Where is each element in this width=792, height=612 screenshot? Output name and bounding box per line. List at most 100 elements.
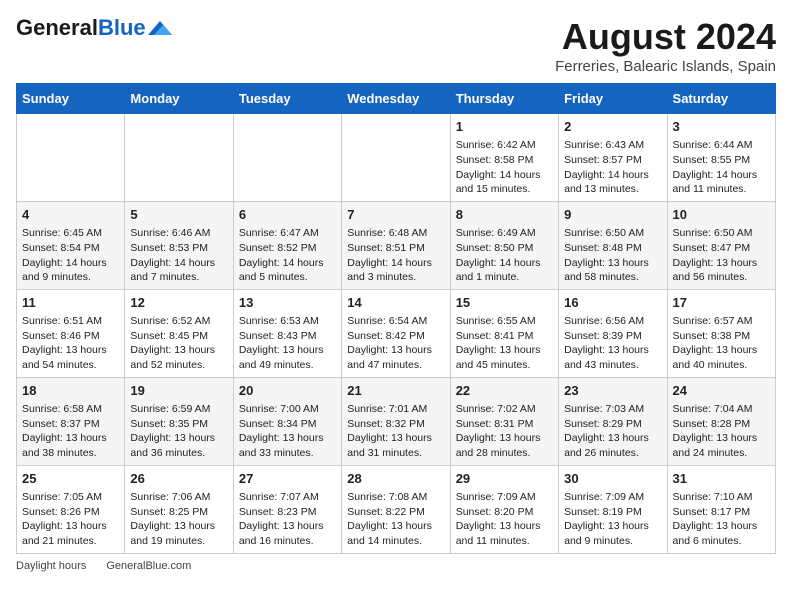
calendar-day-cell bbox=[17, 114, 125, 202]
source-label: GeneralBlue.com bbox=[106, 560, 191, 572]
day-number: 10 bbox=[673, 206, 770, 224]
calendar-day-cell: 3 Sunrise: 6:44 AM Sunset: 8:55 PM Daylig… bbox=[667, 114, 775, 202]
day-info: Sunrise: 7:05 AM Sunset: 8:26 PM Dayligh… bbox=[22, 490, 119, 549]
day-number: 6 bbox=[239, 206, 336, 224]
calendar-day-cell: 30 Sunrise: 7:09 AM Sunset: 8:19 PM Dayli… bbox=[559, 465, 667, 553]
calendar-day-cell: 25 Sunrise: 7:05 AM Sunset: 8:26 PM Dayli… bbox=[17, 465, 125, 553]
header-day: Tuesday bbox=[233, 84, 341, 114]
day-info: Sunrise: 6:50 AM Sunset: 8:47 PM Dayligh… bbox=[673, 226, 770, 285]
calendar-footer: Daylight hours GeneralBlue.com bbox=[16, 560, 776, 572]
calendar-day-cell: 31 Sunrise: 7:10 AM Sunset: 8:17 PM Dayli… bbox=[667, 465, 775, 553]
day-number: 27 bbox=[239, 470, 336, 488]
day-number: 12 bbox=[130, 294, 227, 312]
day-number: 3 bbox=[673, 118, 770, 136]
day-number: 31 bbox=[673, 470, 770, 488]
day-number: 5 bbox=[130, 206, 227, 224]
calendar-day-cell: 1 Sunrise: 6:42 AM Sunset: 8:58 PM Daylig… bbox=[450, 114, 558, 202]
logo-text: GeneralBlue bbox=[16, 16, 146, 40]
calendar-week-row: 11Sunrise: 6:51 AM Sunset: 8:46 PM Dayli… bbox=[17, 289, 776, 377]
calendar-day-cell: 26 Sunrise: 7:06 AM Sunset: 8:25 PM Dayli… bbox=[125, 465, 233, 553]
title-block: August 2024 Ferreries, Balearic Islands,… bbox=[555, 16, 776, 75]
calendar-day-cell: 4Sunrise: 6:45 AM Sunset: 8:54 PM Daylig… bbox=[17, 201, 125, 289]
calendar-day-cell: 10 Sunrise: 6:50 AM Sunset: 8:47 PM Dayli… bbox=[667, 201, 775, 289]
day-info: Sunrise: 7:01 AM Sunset: 8:32 PM Dayligh… bbox=[347, 402, 444, 461]
header-day: Saturday bbox=[667, 84, 775, 114]
day-info: Sunrise: 6:42 AM Sunset: 8:58 PM Dayligh… bbox=[456, 138, 553, 197]
calendar-body: 1 Sunrise: 6:42 AM Sunset: 8:58 PM Daylig… bbox=[17, 114, 776, 554]
day-number: 24 bbox=[673, 382, 770, 400]
calendar-day-cell: 12Sunrise: 6:52 AM Sunset: 8:45 PM Dayli… bbox=[125, 289, 233, 377]
header-day: Thursday bbox=[450, 84, 558, 114]
day-info: Sunrise: 6:56 AM Sunset: 8:39 PM Dayligh… bbox=[564, 314, 661, 373]
calendar-day-cell: 2Sunrise: 6:43 AM Sunset: 8:57 PM Daylig… bbox=[559, 114, 667, 202]
logo-icon bbox=[148, 21, 172, 35]
day-number: 1 bbox=[456, 118, 553, 136]
day-info: Sunrise: 6:53 AM Sunset: 8:43 PM Dayligh… bbox=[239, 314, 336, 373]
logo: GeneralBlue bbox=[16, 16, 172, 40]
logo-general: General bbox=[16, 15, 98, 40]
day-info: Sunrise: 7:10 AM Sunset: 8:17 PM Dayligh… bbox=[673, 490, 770, 549]
day-number: 26 bbox=[130, 470, 227, 488]
day-info: Sunrise: 7:00 AM Sunset: 8:34 PM Dayligh… bbox=[239, 402, 336, 461]
calendar-day-cell bbox=[342, 114, 450, 202]
logo-blue: Blue bbox=[98, 15, 146, 40]
calendar-week-row: 4Sunrise: 6:45 AM Sunset: 8:54 PM Daylig… bbox=[17, 201, 776, 289]
day-number: 7 bbox=[347, 206, 444, 224]
calendar-day-cell: 20 Sunrise: 7:00 AM Sunset: 8:34 PM Dayli… bbox=[233, 377, 341, 465]
day-info: Sunrise: 7:09 AM Sunset: 8:19 PM Dayligh… bbox=[564, 490, 661, 549]
calendar-day-cell: 6 Sunrise: 6:47 AM Sunset: 8:52 PM Daylig… bbox=[233, 201, 341, 289]
day-info: Sunrise: 6:54 AM Sunset: 8:42 PM Dayligh… bbox=[347, 314, 444, 373]
calendar-day-cell: 27 Sunrise: 7:07 AM Sunset: 8:23 PM Dayli… bbox=[233, 465, 341, 553]
calendar-day-cell: 5Sunrise: 6:46 AM Sunset: 8:53 PM Daylig… bbox=[125, 201, 233, 289]
day-number: 2 bbox=[564, 118, 661, 136]
day-number: 28 bbox=[347, 470, 444, 488]
day-number: 29 bbox=[456, 470, 553, 488]
header-day: Monday bbox=[125, 84, 233, 114]
day-info: Sunrise: 7:03 AM Sunset: 8:29 PM Dayligh… bbox=[564, 402, 661, 461]
calendar-header: SundayMondayTuesdayWednesdayThursdayFrid… bbox=[17, 84, 776, 114]
day-number: 20 bbox=[239, 382, 336, 400]
calendar-day-cell: 9 Sunrise: 6:50 AM Sunset: 8:48 PM Daylig… bbox=[559, 201, 667, 289]
day-number: 30 bbox=[564, 470, 661, 488]
day-info: Sunrise: 7:06 AM Sunset: 8:25 PM Dayligh… bbox=[130, 490, 227, 549]
calendar-week-row: 18 Sunrise: 6:58 AM Sunset: 8:37 PM Dayli… bbox=[17, 377, 776, 465]
day-number: 9 bbox=[564, 206, 661, 224]
calendar-day-cell: 13 Sunrise: 6:53 AM Sunset: 8:43 PM Dayli… bbox=[233, 289, 341, 377]
day-number: 25 bbox=[22, 470, 119, 488]
day-info: Sunrise: 6:57 AM Sunset: 8:38 PM Dayligh… bbox=[673, 314, 770, 373]
calendar-day-cell: 22Sunrise: 7:02 AM Sunset: 8:31 PM Dayli… bbox=[450, 377, 558, 465]
calendar-day-cell: 11Sunrise: 6:51 AM Sunset: 8:46 PM Dayli… bbox=[17, 289, 125, 377]
page-subtitle: Ferreries, Balearic Islands, Spain bbox=[555, 58, 776, 75]
day-info: Sunrise: 6:44 AM Sunset: 8:55 PM Dayligh… bbox=[673, 138, 770, 197]
day-number: 14 bbox=[347, 294, 444, 312]
calendar-day-cell: 28 Sunrise: 7:08 AM Sunset: 8:22 PM Dayli… bbox=[342, 465, 450, 553]
calendar-day-cell bbox=[233, 114, 341, 202]
calendar-table: SundayMondayTuesdayWednesdayThursdayFrid… bbox=[16, 83, 776, 554]
day-number: 19 bbox=[130, 382, 227, 400]
calendar-week-row: 25 Sunrise: 7:05 AM Sunset: 8:26 PM Dayli… bbox=[17, 465, 776, 553]
day-number: 21 bbox=[347, 382, 444, 400]
day-info: Sunrise: 6:47 AM Sunset: 8:52 PM Dayligh… bbox=[239, 226, 336, 285]
day-info: Sunrise: 7:02 AM Sunset: 8:31 PM Dayligh… bbox=[456, 402, 553, 461]
day-info: Sunrise: 7:08 AM Sunset: 8:22 PM Dayligh… bbox=[347, 490, 444, 549]
day-info: Sunrise: 7:07 AM Sunset: 8:23 PM Dayligh… bbox=[239, 490, 336, 549]
day-number: 18 bbox=[22, 382, 119, 400]
page-header: GeneralBlue August 2024 Ferreries, Balea… bbox=[16, 16, 776, 75]
calendar-day-cell: 14 Sunrise: 6:54 AM Sunset: 8:42 PM Dayli… bbox=[342, 289, 450, 377]
header-day: Wednesday bbox=[342, 84, 450, 114]
day-info: Sunrise: 7:04 AM Sunset: 8:28 PM Dayligh… bbox=[673, 402, 770, 461]
calendar-day-cell: 8Sunrise: 6:49 AM Sunset: 8:50 PM Daylig… bbox=[450, 201, 558, 289]
day-info: Sunrise: 6:45 AM Sunset: 8:54 PM Dayligh… bbox=[22, 226, 119, 285]
calendar-day-cell: 19Sunrise: 6:59 AM Sunset: 8:35 PM Dayli… bbox=[125, 377, 233, 465]
day-number: 15 bbox=[456, 294, 553, 312]
day-number: 8 bbox=[456, 206, 553, 224]
day-info: Sunrise: 6:50 AM Sunset: 8:48 PM Dayligh… bbox=[564, 226, 661, 285]
day-number: 16 bbox=[564, 294, 661, 312]
calendar-day-cell: 7Sunrise: 6:48 AM Sunset: 8:51 PM Daylig… bbox=[342, 201, 450, 289]
calendar-day-cell: 21 Sunrise: 7:01 AM Sunset: 8:32 PM Dayli… bbox=[342, 377, 450, 465]
day-number: 23 bbox=[564, 382, 661, 400]
day-info: Sunrise: 6:58 AM Sunset: 8:37 PM Dayligh… bbox=[22, 402, 119, 461]
day-number: 13 bbox=[239, 294, 336, 312]
calendar-day-cell: 16 Sunrise: 6:56 AM Sunset: 8:39 PM Dayli… bbox=[559, 289, 667, 377]
day-info: Sunrise: 7:09 AM Sunset: 8:20 PM Dayligh… bbox=[456, 490, 553, 549]
